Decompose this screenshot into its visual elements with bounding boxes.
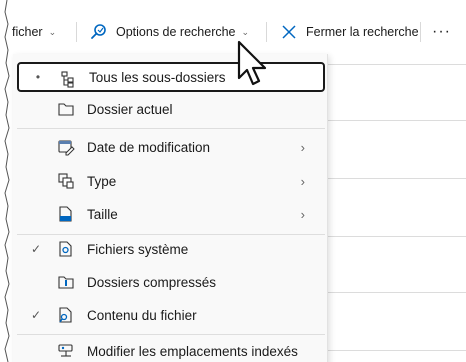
menu-item-indexed-locations[interactable]: Modifier les emplacements indexés	[17, 336, 325, 362]
folder-icon	[58, 103, 74, 116]
filter-label: ficher	[12, 25, 43, 39]
menu-item-file-contents[interactable]: ✓ Contenu du fichier	[17, 300, 325, 330]
menu-item-label: Dossier actuel	[87, 101, 173, 117]
type-icon	[58, 173, 74, 189]
menu-item-label: Date de modification	[87, 139, 211, 155]
toolbar-separator	[420, 22, 421, 42]
menu-separator	[17, 128, 325, 129]
search-options-icon	[91, 24, 106, 39]
explorer-window: ficher ⌄ Options de recherche ⌄ Fermer l…	[0, 0, 466, 362]
menu-item-type[interactable]: Type ›	[17, 166, 325, 196]
subfolders-icon	[61, 71, 74, 88]
menu-item-date-modified[interactable]: Date de modification ›	[17, 132, 325, 162]
selected-bullet-icon: •	[35, 70, 41, 84]
file-content-icon	[59, 307, 72, 323]
menu-item-label: Dossiers compressés	[87, 274, 217, 290]
close-search-button[interactable]: Fermer la recherche	[280, 20, 419, 44]
menu-item-label: Fichiers système	[87, 241, 189, 257]
index-locations-icon	[58, 344, 73, 357]
list-divider	[326, 178, 466, 179]
menu-item-label: Contenu du fichier	[87, 307, 197, 323]
menu-separator	[17, 334, 325, 335]
menu-item-size[interactable]: Taille ›	[17, 199, 325, 229]
system-file-icon	[59, 241, 72, 257]
menu-item-label: Taille	[87, 206, 118, 222]
more-options-button[interactable]: ···	[432, 20, 451, 44]
checkmark-icon: ✓	[30, 308, 42, 322]
zip-folder-icon	[58, 276, 74, 289]
menu-item-label: Type	[87, 173, 117, 189]
menu-item-label: Tous les sous-dossiers	[89, 69, 226, 85]
menu-item-current-folder[interactable]: Dossier actuel	[17, 94, 325, 124]
menu-item-all-subfolders[interactable]: • Tous les sous-dossiers	[17, 62, 325, 92]
close-search-label: Fermer la recherche	[306, 25, 419, 39]
size-icon	[59, 206, 72, 222]
toolbar-separator	[76, 22, 77, 42]
search-options-menu: • Tous les sous-dossiers Dossier actuel	[13, 54, 328, 362]
chevron-down-icon: ⌄	[48, 26, 57, 37]
chevron-right-icon: ›	[300, 173, 305, 189]
search-options-label: Options de recherche	[116, 25, 236, 39]
filter-button[interactable]: ficher ⌄	[12, 20, 56, 44]
calendar-edit-icon	[58, 140, 75, 156]
menu-item-system-files[interactable]: ✓ Fichiers système	[17, 234, 325, 264]
list-divider	[326, 292, 466, 293]
list-divider	[326, 64, 466, 65]
toolbar-separator	[266, 22, 267, 42]
list-divider	[326, 236, 466, 237]
menu-item-label: Modifier les emplacements indexés	[87, 343, 298, 359]
search-options-button[interactable]: Options de recherche ⌄	[90, 20, 249, 44]
list-divider	[326, 120, 466, 121]
file-list-background	[326, 60, 466, 362]
checkmark-icon: ✓	[30, 242, 42, 256]
chevron-right-icon: ›	[300, 139, 305, 155]
menu-item-compressed-folders[interactable]: Dossiers compressés	[17, 267, 325, 297]
mouse-pointer-icon	[237, 40, 267, 86]
list-divider	[326, 350, 466, 351]
chevron-down-icon: ⌄	[241, 26, 250, 37]
torn-edge-decoration	[0, 0, 10, 362]
close-icon	[282, 25, 296, 39]
search-toolbar: ficher ⌄ Options de recherche ⌄ Fermer l…	[0, 0, 466, 60]
more-icon: ···	[432, 23, 451, 40]
chevron-right-icon: ›	[300, 206, 305, 222]
